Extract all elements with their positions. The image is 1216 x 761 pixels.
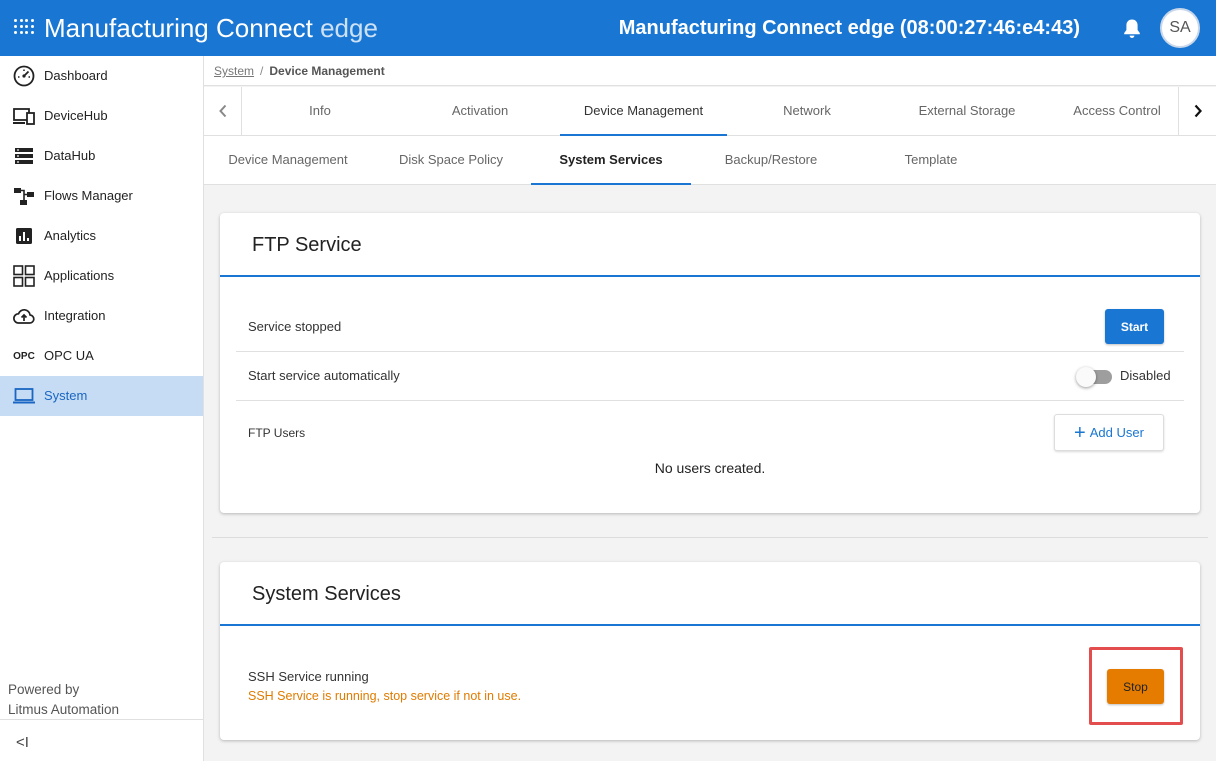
secondary-tabs: Device Management Disk Space Policy Syst… xyxy=(204,136,1216,185)
sidebar-divider xyxy=(0,719,203,720)
ftp-card-header: FTP Service xyxy=(220,213,1200,277)
user-avatar[interactable]: SA xyxy=(1160,8,1200,48)
sidebar-item-analytics[interactable]: Analytics xyxy=(0,216,203,256)
sidebar-item-label: OPC UA xyxy=(44,348,94,363)
ftp-users-label: FTP Users xyxy=(248,426,306,440)
chevron-left-icon xyxy=(218,104,226,118)
tab-activation[interactable]: Activation xyxy=(404,87,556,135)
app-grid-icon[interactable] xyxy=(14,19,34,37)
company-name: Litmus Automation xyxy=(8,702,120,717)
ftp-service-card: FTP Service Service stopped Start Start … xyxy=(220,213,1200,513)
row-divider xyxy=(236,351,1184,352)
sidebar: Dashboard DeviceHub DataHub Flows Manage… xyxy=(0,56,204,761)
app-title: Manufacturing Connect edge xyxy=(44,12,378,44)
tab-external-storage[interactable]: External Storage xyxy=(891,87,1043,135)
ssh-stop-button[interactable]: Stop xyxy=(1107,669,1164,704)
ftp-card-title: FTP Service xyxy=(252,234,362,256)
row-divider xyxy=(236,400,1184,401)
subtab-disk-space-policy[interactable]: Disk Space Policy xyxy=(374,136,528,184)
apps-grid-icon xyxy=(12,264,36,288)
ftp-auto-start-label: Start service automatically xyxy=(248,368,400,383)
tab-device-management[interactable]: Device Management xyxy=(560,87,727,136)
chevron-right-icon xyxy=(1194,104,1202,118)
sidebar-item-label: Dashboard xyxy=(44,68,108,83)
ftp-auto-start-toggle[interactable] xyxy=(1076,367,1112,387)
breadcrumb-system-link[interactable]: System xyxy=(214,64,254,78)
analytics-icon xyxy=(12,224,36,248)
sidebar-item-label: Applications xyxy=(44,268,115,283)
primary-tabs: Info Activation Device Management Networ… xyxy=(204,87,1216,136)
sidebar-item-label: Analytics xyxy=(44,228,97,243)
cloud-upload-icon xyxy=(12,304,36,328)
device-title: Manufacturing Connect edge (08:00:27:46:… xyxy=(618,17,1080,39)
plus-icon: + xyxy=(1074,421,1086,444)
tab-network[interactable]: Network xyxy=(731,87,883,135)
devices-icon xyxy=(12,104,36,128)
app-title-suffix: edge xyxy=(320,13,378,43)
system-services-card: System Services SSH Service running SSH … xyxy=(220,562,1200,740)
breadcrumb-separator: / xyxy=(260,64,264,78)
main-content: FTP Service Service stopped Start Start … xyxy=(204,185,1216,761)
gauge-icon xyxy=(12,64,36,88)
tabs-scroll-right-button[interactable] xyxy=(1178,87,1216,135)
notification-bell-icon[interactable] xyxy=(1122,18,1142,40)
ftp-status-text: Service stopped xyxy=(248,319,342,334)
powered-by-line: Powered by xyxy=(8,682,80,697)
top-bar: Manufacturing Connect edge Manufacturing… xyxy=(0,0,1216,56)
no-users-message: No users created. xyxy=(654,460,766,476)
system-card-title: System Services xyxy=(252,583,401,605)
tabs-scroll-left-button[interactable] xyxy=(204,87,242,135)
app-title-main: Manufacturing Connect xyxy=(44,13,313,43)
sidebar-item-opc-ua[interactable]: OPC OPC UA xyxy=(0,336,203,376)
powered-by-text: Powered by Litmus Automation xyxy=(8,680,119,720)
server-icon xyxy=(12,144,36,168)
tab-info[interactable]: Info xyxy=(244,87,396,135)
sidebar-item-applications[interactable]: Applications xyxy=(0,256,203,296)
flows-icon xyxy=(12,184,36,208)
ftp-auto-start-state: Disabled xyxy=(1120,368,1171,383)
ssh-warning-text: SSH Service is running, stop service if … xyxy=(248,689,522,703)
laptop-icon xyxy=(12,384,36,408)
sidebar-item-devicehub[interactable]: DeviceHub xyxy=(0,96,203,136)
subtab-system-services[interactable]: System Services xyxy=(531,136,691,185)
sidebar-item-system[interactable]: System xyxy=(0,376,203,416)
opc-icon: OPC xyxy=(13,350,35,362)
toggle-knob xyxy=(1076,367,1096,387)
section-divider xyxy=(212,537,1208,538)
add-user-button[interactable]: + Add User xyxy=(1054,414,1164,451)
tab-access-control[interactable]: Access Control xyxy=(1055,87,1179,135)
add-user-label: Add User xyxy=(1089,425,1144,440)
breadcrumb: System / Device Management xyxy=(204,56,1216,86)
sidebar-item-flows-manager[interactable]: Flows Manager xyxy=(0,176,203,216)
sidebar-item-dashboard[interactable]: Dashboard xyxy=(0,56,203,96)
sidebar-item-label: Integration xyxy=(44,308,106,323)
sidebar-item-label: Flows Manager xyxy=(44,188,133,203)
sidebar-item-integration[interactable]: Integration xyxy=(0,296,203,336)
ssh-status-text: SSH Service running xyxy=(248,669,369,684)
sidebar-item-label: DeviceHub xyxy=(44,108,108,123)
subtab-backup-restore[interactable]: Backup/Restore xyxy=(695,136,847,184)
breadcrumb-current: Device Management xyxy=(269,64,385,78)
subtab-template[interactable]: Template xyxy=(855,136,1007,184)
subtab-device-management[interactable]: Device Management xyxy=(212,136,364,184)
system-card-header: System Services xyxy=(220,562,1200,626)
sidebar-item-datahub[interactable]: DataHub xyxy=(0,136,203,176)
sidebar-item-label: DataHub xyxy=(44,148,96,163)
collapse-sidebar-button[interactable]: <I xyxy=(16,734,29,751)
ftp-start-button[interactable]: Start xyxy=(1105,309,1164,344)
sidebar-item-label: System xyxy=(44,388,88,403)
